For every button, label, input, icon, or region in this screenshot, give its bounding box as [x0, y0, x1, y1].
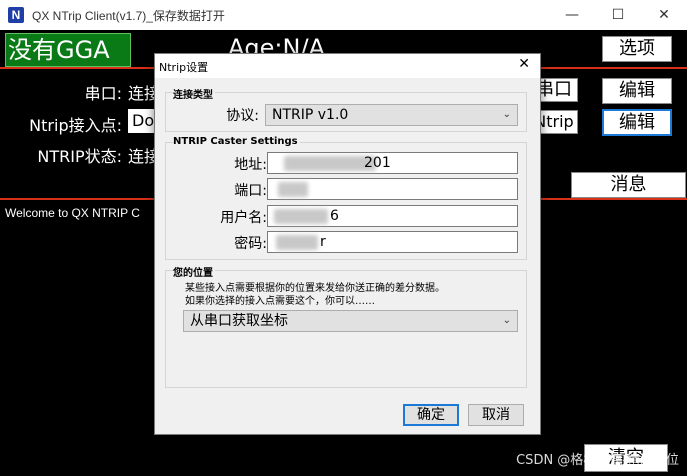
connection-type-title: 连接类型 [173, 86, 215, 101]
address-input[interactable]: 201 [267, 152, 518, 174]
address-value: 201 [364, 155, 391, 171]
options-button[interactable]: 选项 [602, 36, 672, 62]
port-label: 端口: [234, 183, 267, 199]
window-titlebar[interactable]: N QX NTrip Client(v1.7)_保存数据打开 — ☐ ✕ [0, 0, 687, 31]
dialog-title: Ntrip设置 [159, 61, 209, 74]
window-controls: — ☐ ✕ [549, 0, 687, 30]
ntrip-settings-dialog: Ntrip设置 ✕ 连接类型 协议: NTRIP v1.0 ⌄ NTRIP Ca… [154, 53, 541, 435]
username-input[interactable]: 6 [267, 205, 518, 227]
username-value: 6 [330, 208, 339, 224]
ntrip-edit-button[interactable]: 编辑 [602, 109, 672, 136]
dialog-titlebar[interactable]: Ntrip设置 ✕ [155, 54, 540, 78]
mount-label: Ntrip接入点: [29, 116, 122, 135]
redaction-blur [278, 182, 308, 197]
protocol-select-value: NTRIP v1.0 [272, 107, 349, 123]
location-select[interactable]: 从串口获取坐标 ⌄ [183, 310, 518, 332]
message-button[interactable]: 消息 [571, 172, 686, 198]
protocol-select[interactable]: NTRIP v1.0 ⌄ [265, 104, 518, 126]
window-title: QX NTrip Client(v1.7)_保存数据打开 [32, 8, 225, 23]
password-input[interactable]: r [267, 231, 518, 253]
serial-edit-button[interactable]: 编辑 [602, 78, 672, 104]
serial-label: 串口: [84, 84, 122, 103]
close-button[interactable]: ✕ [641, 0, 687, 30]
ntrip-state-label: NTRIP状态: [37, 147, 122, 166]
dialog-close-icon[interactable]: ✕ [518, 56, 530, 72]
protocol-label: 协议: [226, 108, 259, 124]
port-input[interactable] [267, 178, 518, 200]
maximize-button[interactable]: ☐ [595, 0, 641, 30]
chevron-down-icon: ⌄ [502, 315, 511, 326]
gga-status: 没有GGA [5, 33, 131, 67]
caster-settings-title: NTRIP Caster Settings [173, 136, 300, 147]
welcome-text: Welcome to QX NTRIP C [5, 206, 140, 220]
app-icon: N [8, 7, 24, 23]
redaction-blur [284, 156, 376, 171]
username-label: 用户名: [220, 210, 267, 226]
password-value: r [320, 234, 326, 250]
location-hint-line2: 如果你选择的接入点需要这个，你可以…… [185, 296, 375, 307]
redaction-blur [276, 235, 318, 250]
redaction-blur [274, 209, 328, 224]
address-label: 地址: [234, 157, 267, 173]
password-label: 密码: [234, 236, 267, 252]
location-title: 您的位置 [173, 264, 215, 279]
ok-button[interactable]: 确定 [403, 404, 459, 426]
chevron-down-icon: ⌄ [502, 109, 511, 120]
location-select-value: 从串口获取坐标 [190, 313, 288, 329]
cancel-button[interactable]: 取消 [468, 404, 524, 426]
csdn-watermark: CSDN @格林恩德-精准定位 [516, 453, 679, 468]
minimize-button[interactable]: — [549, 0, 595, 30]
